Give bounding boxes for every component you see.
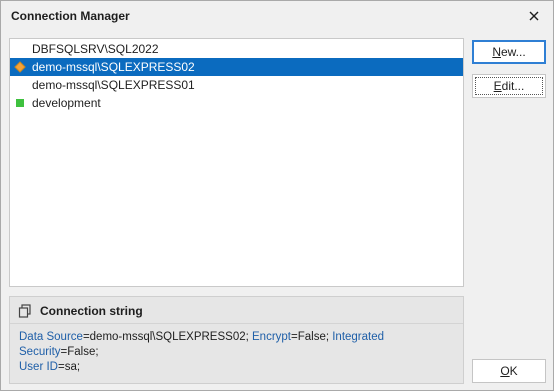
cs-key: User ID — [19, 361, 58, 373]
connection-list[interactable]: DBFSQLSRV\SQL2022 demo-mssql\SQLEXPRESS0… — [9, 38, 464, 287]
connection-marker — [16, 81, 24, 89]
edit-rest: dit... — [501, 79, 525, 93]
close-button[interactable] — [523, 6, 545, 26]
connection-item[interactable]: demo-mssql\SQLEXPRESS01 — [10, 76, 463, 94]
ok-button-label: OK — [473, 360, 545, 382]
cs-value: =False; — [60, 346, 99, 358]
connection-label: DBFSQLSRV\SQL2022 — [32, 42, 159, 56]
divider — [10, 323, 463, 324]
connection-item[interactable]: DBFSQLSRV\SQL2022 — [10, 40, 463, 58]
cs-value: =False; — [291, 331, 333, 343]
connection-string-title: Connection string — [40, 304, 143, 318]
connection-label: demo-mssql\SQLEXPRESS01 — [32, 78, 195, 92]
edit-mnemonic: E — [493, 79, 502, 93]
copy-icon[interactable] — [18, 304, 32, 318]
edit-button[interactable]: Edit... — [472, 74, 546, 98]
ok-mnemonic: O — [500, 364, 510, 378]
ok-button[interactable]: OK — [472, 359, 546, 383]
connection-string-panel: Connection string Data Source=demo-mssql… — [9, 296, 464, 384]
edit-button-label: Edit... — [475, 77, 543, 95]
cs-value: =demo-mssql\SQLEXPRESS02; — [82, 331, 252, 343]
new-button[interactable]: New... — [472, 40, 546, 64]
cs-key: Data Source — [19, 331, 83, 343]
new-rest: ew... — [500, 45, 526, 59]
connection-label: demo-mssql\SQLEXPRESS02 — [32, 60, 195, 74]
close-icon — [529, 11, 539, 21]
diamond-icon — [14, 61, 26, 73]
window-title: Connection Manager — [11, 9, 130, 23]
connection-item[interactable]: development — [10, 94, 463, 112]
cs-key: Encrypt — [252, 331, 291, 343]
connection-string-header: Connection string — [18, 304, 143, 318]
connection-manager-window: Connection Manager DBFSQLSRV\SQL2022 dem… — [0, 0, 554, 391]
new-mnemonic: N — [492, 45, 501, 59]
connection-string-text: Data Source=demo-mssql\SQLEXPRESS02; Enc… — [19, 330, 459, 375]
ok-rest: K — [509, 364, 518, 378]
connection-item-selected[interactable]: demo-mssql\SQLEXPRESS02 — [10, 58, 463, 76]
square-icon — [16, 99, 24, 107]
cs-value: =sa; — [57, 361, 81, 373]
connection-marker — [14, 61, 26, 73]
title-bar: Connection Manager — [1, 1, 553, 32]
new-button-label: New... — [473, 41, 545, 63]
connection-marker — [16, 99, 24, 107]
connection-label: development — [32, 96, 101, 110]
connection-marker — [16, 45, 24, 53]
